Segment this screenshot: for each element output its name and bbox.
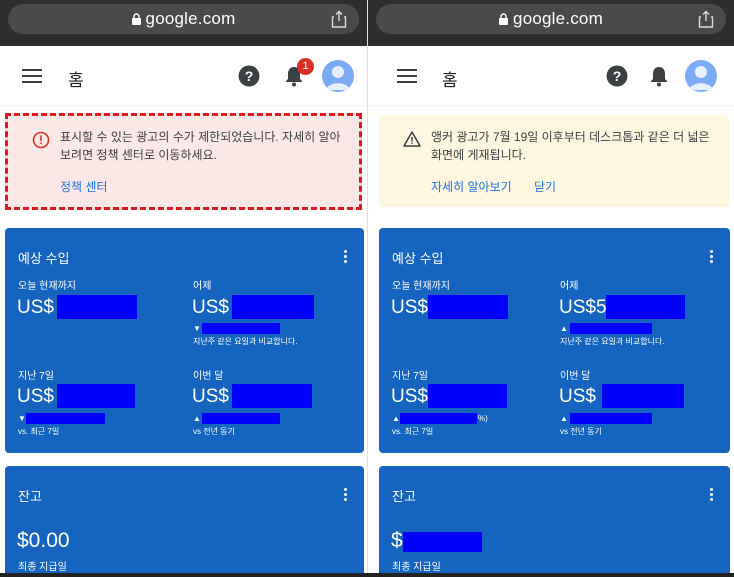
month-value: US$	[559, 386, 596, 407]
alert-message: 표시할 수 있는 광고의 수가 제한되었습니다. 자세히 알아보려면 정책 센터…	[60, 130, 341, 162]
menu-icon[interactable]	[397, 69, 417, 83]
balance-value: $	[391, 529, 403, 552]
bell-icon[interactable]	[649, 65, 669, 87]
more-vert-icon[interactable]	[710, 488, 714, 502]
trend-up-icon: ▲	[560, 414, 568, 423]
card-title: 잔고	[18, 489, 42, 504]
more-vert-icon[interactable]	[710, 250, 714, 264]
svg-text:?: ?	[245, 68, 254, 84]
card-title: 예상 수입	[18, 251, 70, 266]
browser-address-bar: google.com	[0, 0, 367, 46]
today-value: US$	[17, 297, 54, 318]
card-title: 예상 수입	[392, 251, 444, 266]
url-text: google.com	[145, 9, 236, 28]
redacted-change	[570, 413, 652, 424]
redacted-change	[202, 323, 280, 334]
redacted-change	[570, 323, 652, 334]
page-title: 홈	[68, 71, 84, 90]
trend-down-icon: ▼	[18, 414, 26, 423]
card-title: 잔고	[392, 489, 416, 504]
learn-more-link[interactable]: 자세히 알아보기	[431, 178, 512, 195]
redacted-change	[26, 413, 105, 424]
avatar[interactable]	[322, 60, 354, 92]
share-icon[interactable]	[698, 10, 714, 28]
yesterday-label: 어제	[560, 281, 579, 292]
alert-message: 앵커 광고가 7월 19일 이후부터 데스크톱과 같은 더 넓은 화면에 게재됩…	[431, 130, 710, 162]
policy-center-link[interactable]: 정책 센터	[60, 178, 108, 195]
yesterday-value: US$5	[559, 297, 607, 318]
svg-text:?: ?	[613, 68, 622, 84]
url-field[interactable]: google.com	[376, 4, 726, 34]
share-icon[interactable]	[331, 10, 347, 28]
avatar[interactable]	[685, 60, 717, 92]
browser-address-bar: google.com	[368, 0, 734, 46]
url-text: google.com	[513, 9, 603, 28]
page-title: 홈	[442, 71, 458, 90]
trend-up-icon: ▲	[392, 414, 400, 423]
lock-icon	[131, 13, 141, 25]
last7-compare-text: vs. 최근 7일	[392, 427, 434, 436]
yesterday-label: 어제	[193, 281, 212, 292]
redacted-change	[202, 413, 280, 424]
user-icon	[326, 66, 350, 90]
today-value: US$	[391, 297, 428, 318]
month-compare-text: vs 전년 동기	[193, 427, 235, 436]
more-vert-icon[interactable]	[344, 488, 348, 502]
redacted-value	[602, 384, 684, 408]
trend-up-icon: ▲	[193, 414, 201, 423]
today-label: 오늘 현재까지	[392, 281, 450, 292]
policy-alert-banner: 표시할 수 있는 광고의 수가 제한되었습니다. 자세히 알아보려면 정책 센터…	[5, 113, 362, 210]
trend-up-icon: ▲	[560, 324, 568, 333]
last-payment-label: 최종 지급일	[392, 562, 441, 573]
last7-compare-text: vs. 최근 7일	[18, 427, 60, 436]
month-compare-text: vs 전년 동기	[560, 427, 602, 436]
redacted-value	[57, 295, 137, 319]
balance-value: $0.00	[17, 529, 70, 552]
redacted-value	[403, 532, 482, 552]
yesterday-compare-text: 지난주 같은 요일과 비교합니다.	[193, 337, 298, 346]
month-value: US$	[192, 386, 229, 407]
dismiss-link[interactable]: 닫기	[534, 178, 556, 195]
redacted-value	[232, 384, 312, 408]
redacted-value	[606, 295, 685, 319]
today-label: 오늘 현재까지	[18, 281, 76, 292]
right-phone-screen: google.com 홈 ? 앵커 광고가 7월 19일 이후부터 데스크톱과 …	[367, 0, 734, 577]
warning-icon	[403, 131, 421, 147]
balance-card: 잔고 $ 최종 지급일	[379, 466, 730, 577]
trend-down-icon: ▼	[193, 324, 201, 333]
last7-value: US$	[17, 386, 54, 407]
balance-card: 잔고 $0.00 최종 지급일	[5, 466, 364, 577]
notification-badge: 1	[297, 58, 314, 75]
last7-label: 지난 7일	[392, 371, 428, 382]
left-phone-screen: google.com 홈 ? 1 표시할 수 있는 광고의 수가 제한되었습니다…	[0, 0, 367, 577]
bottom-edge	[0, 573, 734, 577]
redacted-value	[428, 384, 507, 408]
user-icon	[689, 66, 713, 90]
yesterday-compare-text: 지난주 같은 요일과 비교합니다.	[560, 337, 665, 346]
redacted-value	[428, 295, 508, 319]
yesterday-value: US$	[192, 297, 229, 318]
month-label: 이번 달	[560, 371, 591, 382]
last7-percent-text: %)	[478, 414, 488, 423]
menu-icon[interactable]	[22, 69, 42, 83]
redacted-value	[57, 384, 135, 408]
last-payment-label: 최종 지급일	[18, 562, 67, 573]
lock-icon	[499, 13, 509, 25]
redacted-value	[232, 295, 314, 319]
app-header: 홈 ? 1	[0, 46, 367, 106]
month-label: 이번 달	[193, 371, 224, 382]
help-icon[interactable]: ?	[606, 65, 628, 87]
help-icon[interactable]: ?	[238, 65, 260, 87]
url-field[interactable]: google.com	[8, 4, 359, 34]
last7-label: 지난 7일	[18, 371, 54, 382]
anchor-ads-alert-banner: 앵커 광고가 7월 19일 이후부터 데스크톱과 같은 더 넓은 화면에 게재됩…	[379, 115, 729, 207]
last7-value: US$	[391, 386, 428, 407]
error-icon	[32, 131, 50, 149]
app-header: 홈 ?	[368, 46, 734, 106]
more-vert-icon[interactable]	[344, 250, 348, 264]
earnings-card: 예상 수입 오늘 현재까지 US$ 어제 US$ ▼ 지난주 같은 요일과 비교…	[5, 228, 364, 453]
earnings-card: 예상 수입 오늘 현재까지 US$ 어제 US$5 ▲ 지난주 같은 요일과 비…	[379, 228, 730, 453]
redacted-change	[400, 413, 477, 424]
